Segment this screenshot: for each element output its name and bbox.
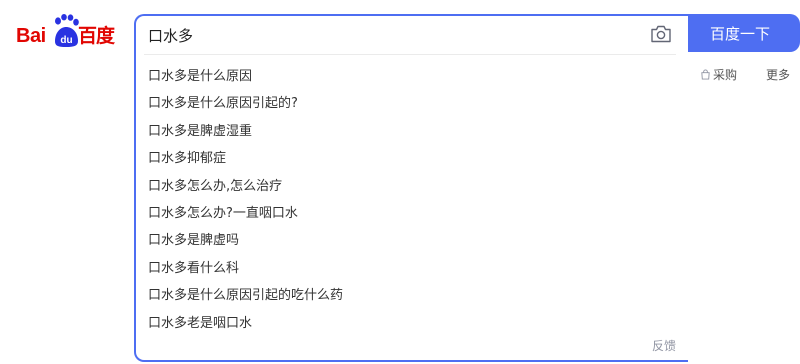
baidu-logo[interactable]: Bai du 百度	[16, 14, 120, 54]
paw-text: du	[60, 35, 72, 46]
search-button[interactable]: 百度一下	[688, 14, 800, 52]
suggestion-item[interactable]: 口水多抑郁症	[148, 145, 343, 172]
paw-icon: du	[55, 14, 79, 47]
search-input[interactable]	[148, 20, 628, 50]
suggestion-item[interactable]: 口水多怎么办?一直咽口水	[148, 200, 343, 227]
search-box: 口水多是什么原因 口水多是什么原因引起的? 口水多是脾虚湿重 口水多抑郁症 口水…	[134, 14, 688, 362]
logo-latin-text: Bai	[16, 25, 46, 47]
suggestion-item[interactable]: 口水多怎么办,怎么治疗	[148, 173, 343, 200]
logo-chinese-text: 百度	[78, 25, 115, 47]
suggestion-item[interactable]: 口水多是什么原因	[148, 63, 343, 90]
camera-icon[interactable]	[650, 24, 672, 44]
more-link[interactable]: 更多	[766, 66, 790, 83]
suggestion-item[interactable]: 口水多是脾虚吗	[148, 227, 343, 254]
search-row	[136, 16, 688, 54]
shopping-bag-icon	[701, 69, 710, 80]
caigou-link[interactable]: 采购	[700, 66, 737, 83]
caigou-label: 采购	[713, 68, 738, 82]
feedback-link[interactable]: 反馈	[652, 337, 676, 354]
suggestion-item[interactable]: 口水多是什么原因引起的吃什么药	[148, 282, 343, 309]
suggestion-item[interactable]: 口水多看什么科	[148, 255, 343, 282]
baidu-search-page: Bai du 百度 口水多是什么原因 口水多是什么原因引起的? 口水多是脾虚湿重	[0, 0, 800, 364]
suggestion-item[interactable]: 口水多是什么原因引起的?	[148, 90, 343, 117]
search-divider	[144, 54, 676, 55]
suggestion-item[interactable]: 口水多是脾虚湿重	[148, 118, 343, 145]
suggestion-list: 口水多是什么原因 口水多是什么原因引起的? 口水多是脾虚湿重 口水多抑郁症 口水…	[148, 63, 343, 337]
suggestion-item[interactable]: 口水多老是咽口水	[148, 310, 343, 337]
